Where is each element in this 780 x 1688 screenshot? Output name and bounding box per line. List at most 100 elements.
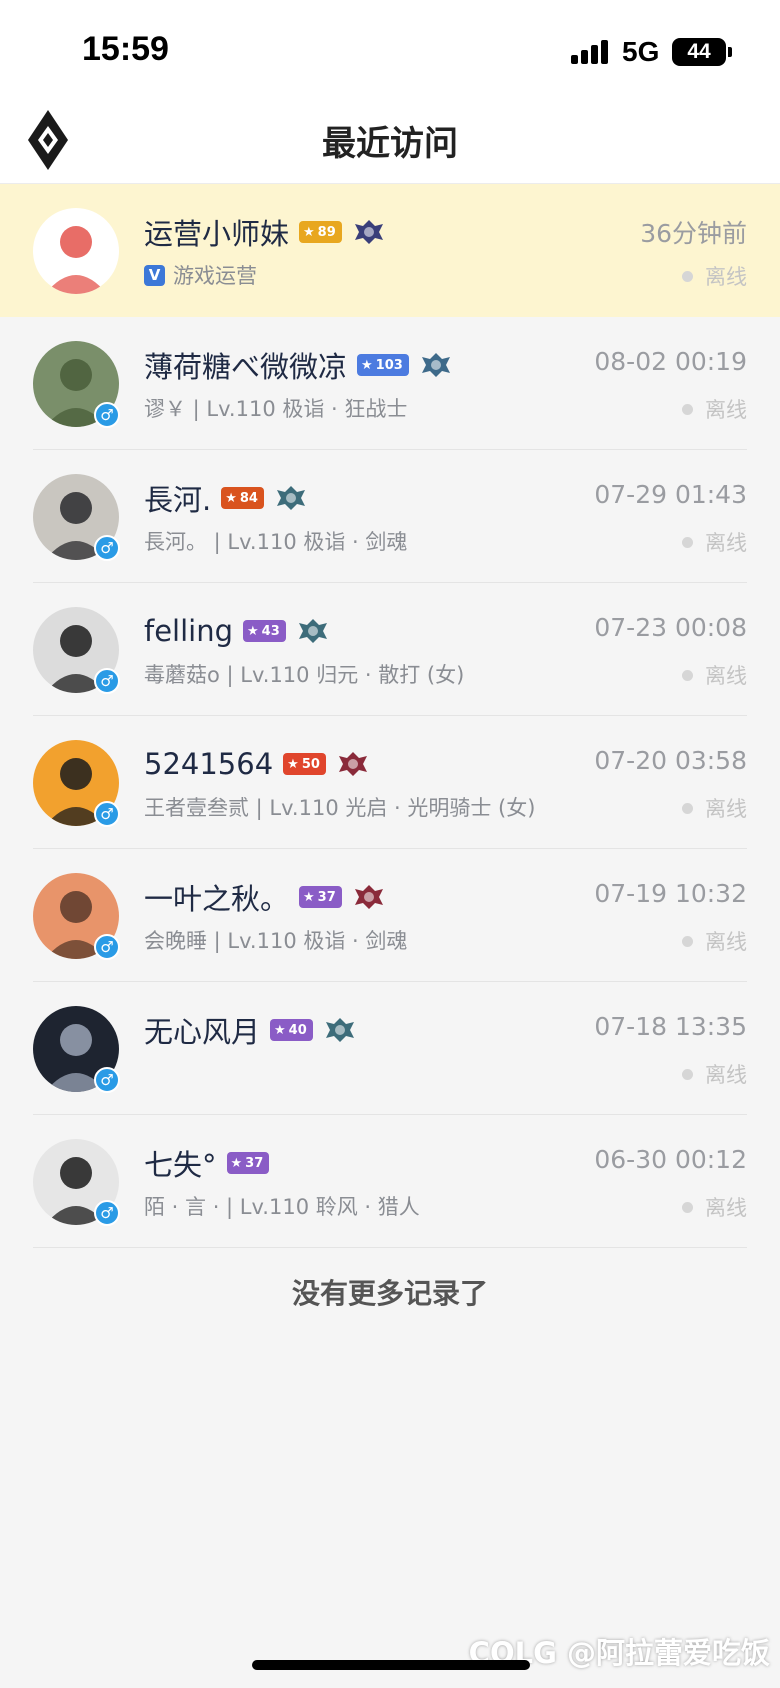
online-status: 离线 xyxy=(682,1193,747,1221)
status-bar: 15:59 5G 44 xyxy=(0,0,780,96)
avatar[interactable] xyxy=(33,208,119,294)
sub-line: 会晚睡 | Lv.110 极诣 · 剑魂 xyxy=(144,925,407,955)
nav-bar: 最近访问 xyxy=(0,96,780,184)
level-value: 50 xyxy=(301,756,320,772)
nickname[interactable]: 七失° xyxy=(144,1142,217,1184)
status-text: 离线 xyxy=(705,265,747,289)
nickname[interactable]: 无心风月 xyxy=(144,1009,260,1051)
battery-icon: 44 xyxy=(672,38,726,66)
status-dot-icon xyxy=(682,935,693,947)
status-dot-icon xyxy=(682,403,693,415)
visit-row[interactable]: ♂ 薄荷糖べ微微凉 ★ 103 谬￥ | Lv.110 极诣 · 狂战士 08-0… xyxy=(0,317,780,450)
star-icon: ★ xyxy=(303,889,315,905)
visit-time: 07-19 10:32 xyxy=(594,879,747,908)
online-status: 离线 xyxy=(682,395,747,423)
visit-row[interactable]: ♂ 5241564 ★ 50 王者壹叁贰 | Lv.110 光启 · 光明骑士 … xyxy=(0,716,780,849)
sub-line: 毒蘑菇o | Lv.110 归元 · 散打 (女) xyxy=(144,659,464,689)
male-icon: ♂ xyxy=(94,668,120,694)
nickname-line: 長河. ★ 84 xyxy=(144,478,308,518)
online-status: 离线 xyxy=(682,262,747,290)
nickname[interactable]: 5241564 xyxy=(144,747,273,781)
male-icon: ♂ xyxy=(94,1200,120,1226)
visit-time: 07-20 03:58 xyxy=(594,746,747,775)
status-text: 离线 xyxy=(705,930,747,954)
rank-emblem-icon xyxy=(421,353,450,377)
rank-emblem-icon xyxy=(354,885,383,909)
signal-icon xyxy=(571,40,609,64)
nickname[interactable]: 長河. xyxy=(144,477,211,519)
status-dot-icon xyxy=(682,1201,693,1213)
status-dot-icon xyxy=(682,536,693,548)
sub-line: 王者壹叁贰 | Lv.110 光启 · 光明骑士 (女) xyxy=(144,792,535,822)
level-value: 89 xyxy=(317,224,336,240)
star-icon: ★ xyxy=(225,490,237,506)
verified-icon: V xyxy=(144,264,165,286)
sub-line: 陌 · 言 · | Lv.110 聆风 · 猎人 xyxy=(144,1191,420,1221)
status-dot-icon xyxy=(682,669,693,681)
star-icon: ★ xyxy=(274,1022,286,1038)
visit-time: 07-18 13:35 xyxy=(594,1012,747,1041)
home-indicator[interactable] xyxy=(252,1660,530,1670)
rank-emblem-icon xyxy=(338,752,367,776)
nickname-line: felling ★ 43 xyxy=(144,611,330,651)
row-divider xyxy=(33,1247,747,1248)
star-icon: ★ xyxy=(247,623,259,639)
battery-tip xyxy=(728,47,732,57)
nickname[interactable]: 运营小师妹 xyxy=(144,211,289,253)
status-text: 离线 xyxy=(705,1196,747,1220)
visit-row[interactable]: ♂ 七失° ★ 37 陌 · 言 · | Lv.110 聆风 · 猎人 06-30… xyxy=(0,1115,780,1248)
sub-line: V 游戏运营 xyxy=(144,260,257,290)
visit-row[interactable]: ♂ 无心风月 ★ 40 07-18 13:35 离线 xyxy=(0,982,780,1115)
character-info: 長河。 | Lv.110 极诣 · 剑魂 xyxy=(144,530,408,554)
status-dot-icon xyxy=(682,802,693,814)
sub-line: 谬￥ | Lv.110 极诣 · 狂战士 xyxy=(144,393,407,423)
nickname[interactable]: 薄荷糖べ微微凉 xyxy=(144,344,347,386)
character-info: 陌 · 言 · | Lv.110 聆风 · 猎人 xyxy=(144,1195,420,1219)
visit-time: 07-23 00:08 xyxy=(594,613,747,642)
level-badge: ★ 103 xyxy=(357,354,409,376)
status-text: 离线 xyxy=(705,1063,747,1087)
visit-row[interactable]: ♂ 長河. ★ 84 長河。 | Lv.110 极诣 · 剑魂 07-29 01:… xyxy=(0,450,780,583)
rank-emblem-icon xyxy=(325,1018,354,1042)
rank-emblem-icon xyxy=(298,619,327,643)
level-value: 37 xyxy=(317,889,336,905)
character-info: 游戏运营 xyxy=(173,264,257,288)
nickname-line: 5241564 ★ 50 xyxy=(144,744,370,784)
male-icon: ♂ xyxy=(94,801,120,827)
nickname-line: 薄荷糖べ微微凉 ★ 103 xyxy=(144,345,453,385)
page-title: 最近访问 xyxy=(322,124,458,164)
sub-line: 長河。 | Lv.110 极诣 · 剑魂 xyxy=(144,526,407,556)
status-dot-icon xyxy=(682,270,693,282)
online-status: 离线 xyxy=(682,927,747,955)
nickname-line: 一叶之秋。 ★ 37 xyxy=(144,877,386,917)
status-text: 离线 xyxy=(705,664,747,688)
level-badge: ★ 37 xyxy=(299,886,342,908)
online-status: 离线 xyxy=(682,528,747,556)
level-badge: ★ 40 xyxy=(270,1019,313,1041)
nickname-line: 运营小师妹 ★ 89 xyxy=(144,212,386,252)
level-badge: ★ 37 xyxy=(226,1152,270,1174)
level-value: 40 xyxy=(288,1022,307,1038)
online-status: 离线 xyxy=(682,661,747,689)
status-time: 15:59 xyxy=(82,30,169,68)
visit-time: 07-29 01:43 xyxy=(594,480,747,509)
visit-row[interactable]: ♂ felling ★ 43 毒蘑菇o | Lv.110 归元 · 散打 (女)… xyxy=(0,583,780,716)
nickname[interactable]: felling xyxy=(144,614,233,648)
nickname-line: 七失° ★ 37 xyxy=(144,1142,270,1184)
visit-time: 08-02 00:19 xyxy=(594,347,747,376)
online-status: 离线 xyxy=(682,794,747,822)
visit-row[interactable]: ♂ 一叶之秋。 ★ 37 会晚睡 | Lv.110 极诣 · 剑魂 07-19 1… xyxy=(0,849,780,982)
level-value: 84 xyxy=(239,490,258,506)
nickname[interactable]: 一叶之秋。 xyxy=(144,876,289,918)
level-value: 103 xyxy=(375,357,403,373)
visit-row[interactable]: 运营小师妹 ★ 89 V 游戏运营 36分钟前 离线 xyxy=(0,184,780,317)
online-status: 离线 xyxy=(682,1060,747,1088)
character-info: 王者壹叁贰 | Lv.110 光启 · 光明骑士 (女) xyxy=(144,796,536,820)
male-icon: ♂ xyxy=(94,402,120,428)
male-icon: ♂ xyxy=(94,535,120,561)
no-more-records-text: 没有更多记录了 xyxy=(291,1277,488,1310)
level-value: 37 xyxy=(245,1155,264,1171)
star-icon: ★ xyxy=(230,1155,243,1171)
visit-time: 36分钟前 xyxy=(640,219,747,248)
rank-emblem-icon xyxy=(276,486,305,510)
